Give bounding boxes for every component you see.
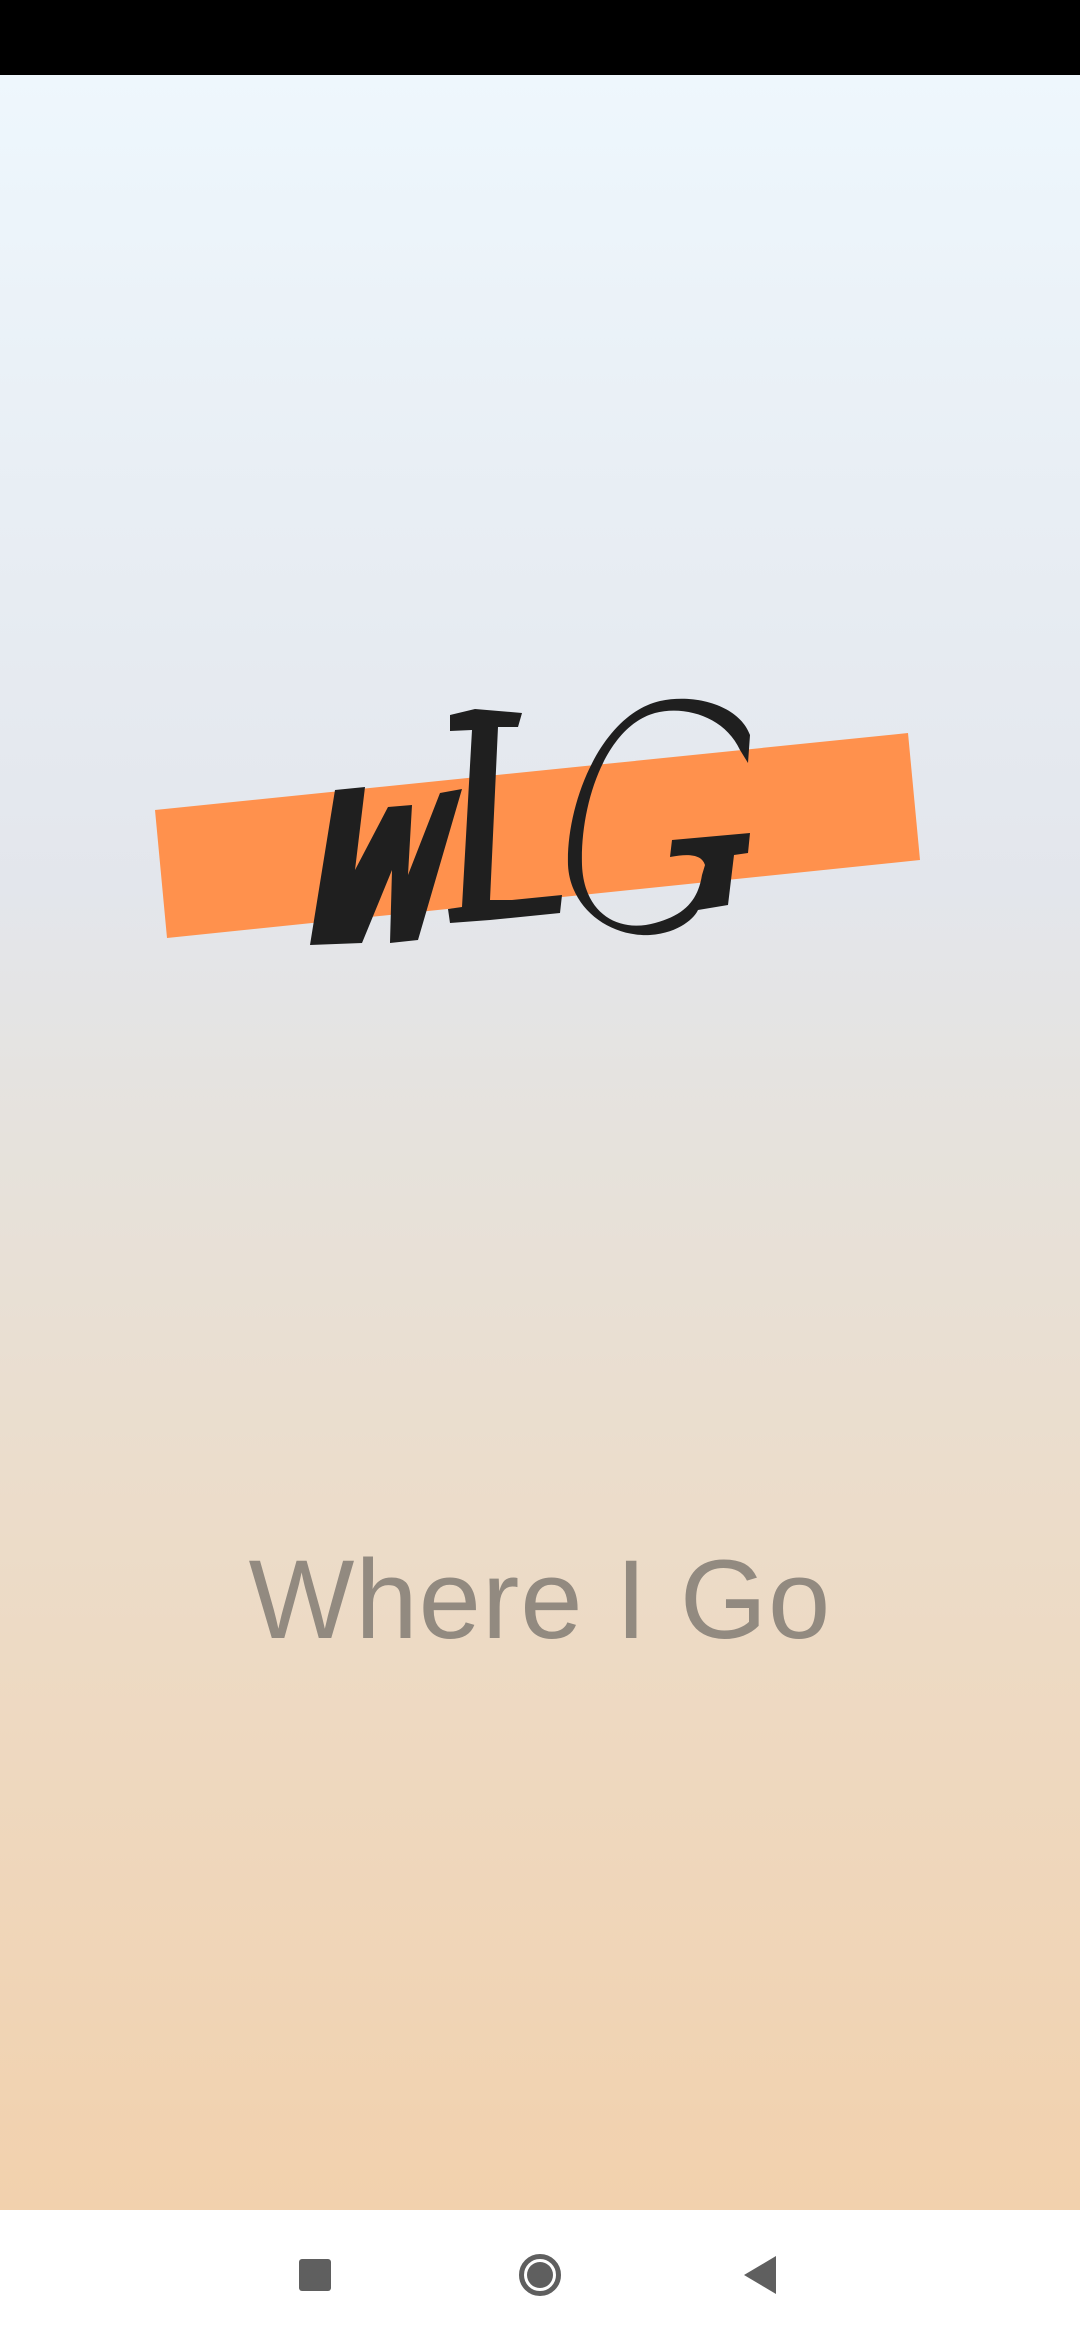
- system-navigation-bar: [0, 2210, 1080, 2340]
- app-logo: [150, 695, 930, 965]
- circle-icon: [519, 2254, 561, 2296]
- home-button[interactable]: [505, 2240, 575, 2310]
- triangle-back-icon: [744, 2256, 776, 2294]
- square-icon: [299, 2259, 331, 2291]
- back-button[interactable]: [725, 2240, 795, 2310]
- recents-button[interactable]: [280, 2240, 350, 2310]
- app-tagline: Where I Go: [248, 1537, 832, 1662]
- splash-screen: Where I Go: [0, 0, 1080, 2340]
- status-bar: [0, 0, 1080, 75]
- splash-background: Where I Go: [0, 75, 1080, 2210]
